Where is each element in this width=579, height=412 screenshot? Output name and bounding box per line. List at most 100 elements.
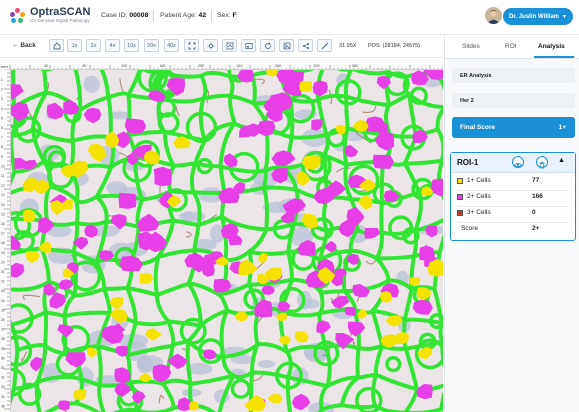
ruler-label: 120 bbox=[121, 64, 127, 68]
tab-slides[interactable]: Slides bbox=[462, 43, 480, 50]
arrow-left-icon: ← bbox=[12, 42, 19, 49]
zoom-20x-button[interactable]: 20x bbox=[144, 39, 159, 52]
ruler-label: 31 bbox=[1, 366, 5, 370]
delete-button[interactable] bbox=[536, 156, 548, 169]
measure-button[interactable] bbox=[317, 39, 332, 52]
membrane-segment bbox=[74, 198, 80, 226]
cell-2plus bbox=[239, 125, 254, 138]
membrane-segment bbox=[102, 286, 130, 291]
active-tab-indicator bbox=[534, 56, 574, 58]
nucleus bbox=[257, 360, 276, 369]
tab-analysis[interactable]: Analysis bbox=[538, 43, 565, 50]
zoom-4x-button[interactable]: 4x bbox=[105, 39, 120, 52]
avatar[interactable] bbox=[485, 7, 502, 24]
section-her2[interactable]: Her 2 bbox=[452, 93, 575, 108]
ruler-label: 28 bbox=[1, 337, 5, 341]
logo-icon bbox=[10, 7, 26, 24]
home-button[interactable] bbox=[49, 39, 64, 52]
measure-icon bbox=[321, 42, 328, 49]
case-id-value: 00008 bbox=[129, 12, 149, 19]
cell-1plus bbox=[396, 332, 409, 344]
back-label: Back bbox=[20, 42, 36, 49]
ruler-label: 1 bbox=[1, 78, 3, 82]
membrane-segment bbox=[261, 168, 268, 190]
zoom-1x-button[interactable]: 1x bbox=[67, 39, 82, 52]
ruler-label: 80 bbox=[83, 64, 87, 68]
thumbnail-button[interactable] bbox=[241, 39, 256, 52]
cell-2plus bbox=[344, 306, 357, 316]
share-button[interactable] bbox=[298, 39, 313, 52]
cell-1plus bbox=[73, 389, 87, 401]
roi-title: ROI-1 bbox=[457, 158, 479, 167]
logo-name: OptraSCAN bbox=[30, 6, 91, 18]
ruler-label: 32 bbox=[1, 376, 5, 380]
trash-icon bbox=[539, 161, 545, 169]
row-divider bbox=[457, 222, 569, 223]
brightness-icon bbox=[207, 42, 214, 49]
back-button[interactable]: ← Back bbox=[12, 42, 36, 49]
image-button[interactable] bbox=[279, 39, 294, 52]
rotate-button[interactable] bbox=[260, 39, 275, 52]
nucleus bbox=[106, 180, 128, 195]
ruler-label: 280 bbox=[275, 64, 281, 68]
annotation-icon bbox=[226, 42, 233, 49]
ruler-label: 3 bbox=[1, 97, 3, 101]
ruler-vertical-ticks: 1234567891011121314151617181920212223242… bbox=[1, 69, 10, 410]
tissue-image[interactable] bbox=[11, 70, 443, 412]
fit-screen-icon bbox=[188, 42, 195, 49]
final-score-bar[interactable]: Final Score 1+ bbox=[452, 117, 575, 138]
ruler-label: 20 bbox=[1, 260, 5, 264]
divider bbox=[211, 10, 212, 22]
rotate-icon bbox=[264, 42, 271, 49]
legend-swatch bbox=[457, 194, 463, 200]
nucleus bbox=[83, 75, 100, 94]
ruler-horizontal-ticks: mm 40 80 120 160 200 240 280 320 360 bbox=[1, 64, 443, 69]
zoom-10x-button[interactable]: 10x bbox=[124, 39, 139, 52]
zoom-2x-button[interactable]: 2x bbox=[86, 39, 101, 52]
patient-age: Patient Age: 42 bbox=[160, 12, 206, 19]
ruler-label: 13 bbox=[1, 193, 5, 197]
ruler-label: 360 bbox=[352, 64, 358, 68]
ruler-label: 22 bbox=[1, 280, 5, 284]
ruler-label: 200 bbox=[198, 64, 204, 68]
user-menu-button[interactable]: Dr. Justin William ▼ bbox=[503, 8, 573, 25]
ruler-label: 19 bbox=[1, 251, 5, 255]
fit-screen-button[interactable] bbox=[184, 39, 199, 52]
thumbnail-icon bbox=[244, 42, 253, 49]
slide-viewer[interactable] bbox=[11, 70, 443, 412]
ruler-horizontal: mm 40 80 120 160 200 240 280 320 360 bbox=[0, 59, 443, 70]
ruler-label: 4 bbox=[1, 107, 3, 111]
section-er-analysis[interactable]: ER Analysis bbox=[452, 68, 575, 83]
panel-tabs: Slides ROI Analysis bbox=[445, 35, 579, 59]
zoom-40x-button[interactable]: 40x bbox=[164, 39, 179, 52]
final-score-label: Final Score bbox=[460, 124, 496, 131]
membrane-segment bbox=[191, 190, 227, 195]
row-label: 3+ Cells bbox=[467, 209, 491, 216]
home-icon bbox=[53, 41, 60, 49]
visibility-button[interactable] bbox=[512, 156, 524, 168]
case-id-label: Case ID: bbox=[101, 12, 128, 19]
logo-tagline: On-Demand Digital Pathology bbox=[30, 18, 90, 23]
ruler-label: 11 bbox=[1, 174, 5, 178]
final-score-value: 1+ bbox=[558, 124, 566, 131]
roi-row-score: Score 2+ bbox=[457, 224, 570, 237]
ruler-label: 6 bbox=[1, 126, 3, 130]
logo: OptraSCAN On-Demand Digital Pathology bbox=[10, 7, 91, 24]
roi-card-header: ROI-1 ▲ bbox=[451, 153, 575, 173]
membrane-segment bbox=[288, 97, 321, 104]
ruler-label: 15 bbox=[1, 212, 5, 216]
row-label: 2+ Cells bbox=[467, 193, 491, 200]
user-name: Dr. Justin William bbox=[509, 13, 559, 20]
row-divider bbox=[457, 190, 569, 191]
ruler-label: 16 bbox=[1, 222, 5, 226]
sex-label: Sex: bbox=[217, 12, 231, 19]
eye-icon bbox=[513, 162, 523, 168]
image-icon bbox=[283, 42, 290, 49]
sex-value: F bbox=[232, 12, 237, 19]
tab-roi[interactable]: ROI bbox=[505, 43, 517, 50]
annotation-button[interactable] bbox=[222, 39, 237, 52]
roi-row-1plus: 1+ Cells 77 bbox=[457, 176, 570, 189]
brightness-button[interactable] bbox=[203, 39, 218, 52]
chevron-up-icon[interactable]: ▲ bbox=[558, 157, 565, 164]
roi-card: ROI-1 ▲ 1+ Cells 77 2+ Cells 166 3+ Cell… bbox=[450, 152, 576, 241]
